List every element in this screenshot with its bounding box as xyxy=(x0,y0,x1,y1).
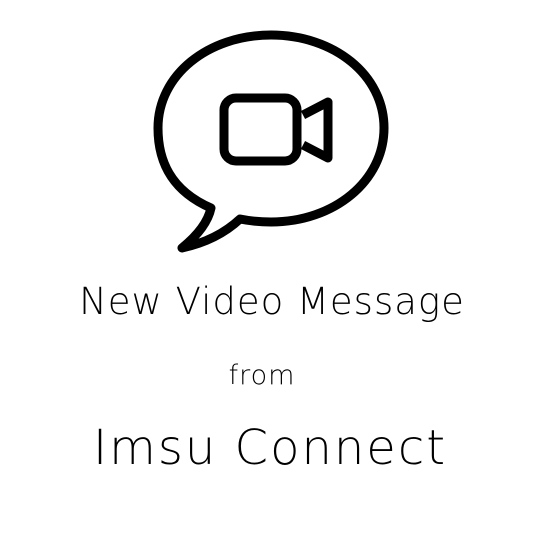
speech-bubble-video-icon xyxy=(153,30,389,253)
video-camera-body-icon xyxy=(219,93,302,166)
from-label: from xyxy=(228,360,296,391)
headline: New Video Message xyxy=(79,280,465,323)
speech-bubble-icon xyxy=(153,30,389,253)
video-camera-lens-icon xyxy=(300,97,333,163)
sender-name: Imsu Connect xyxy=(92,420,448,476)
